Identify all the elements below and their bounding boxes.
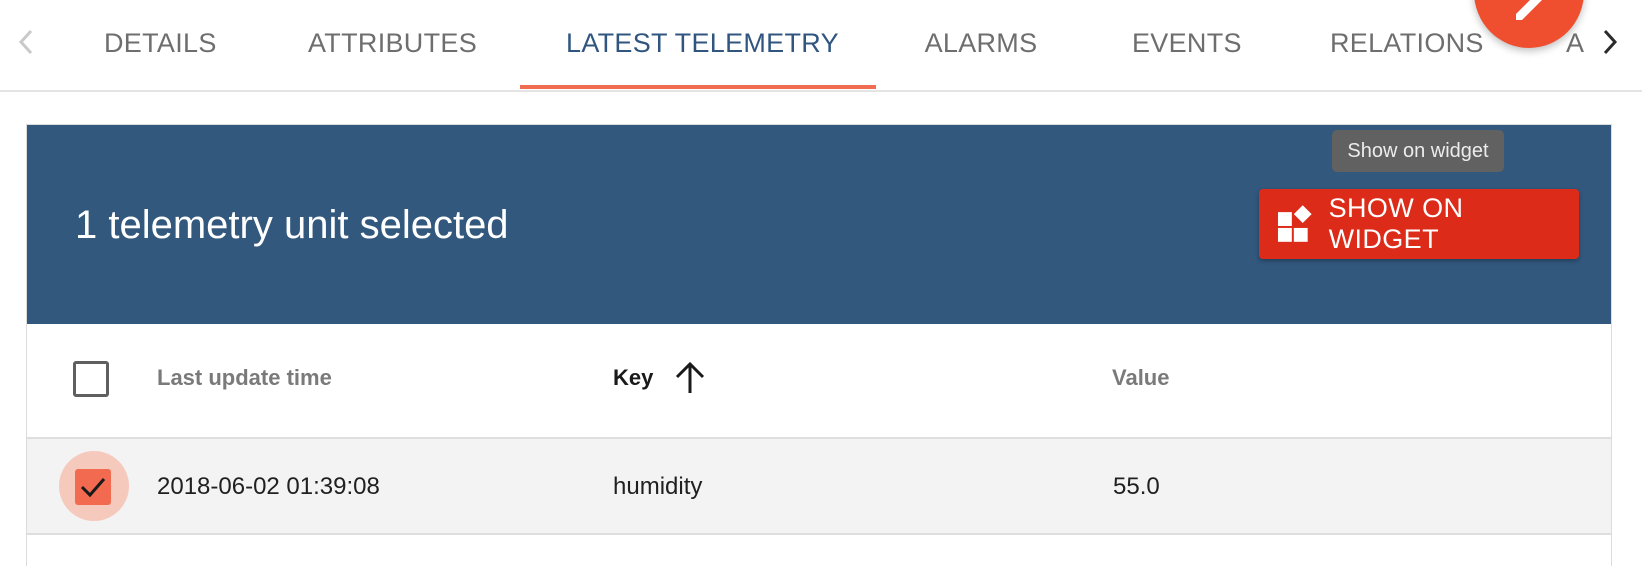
active-tab-indicator [520,85,876,89]
show-on-widget-label: SHOW ON WIDGET [1328,193,1464,254]
next-table-row [27,535,1611,575]
tooltip: Show on widget [1332,130,1504,172]
selection-count-text: 1 telemetry unit selected [75,203,509,247]
pencil-icon [1516,0,1542,20]
tabs-scroll-left-button[interactable] [6,20,46,64]
tab-relations[interactable]: RELATIONS [1330,0,1483,90]
tab-latest-telemetry[interactable]: LATEST TELEMETRY [566,0,839,90]
tab-attributes[interactable]: ATTRIBUTES [308,0,477,90]
tabs-scroll-right-button[interactable] [1590,20,1630,64]
checkmark-icon [80,478,106,498]
row-checkbox[interactable] [75,469,111,505]
tab-alarms[interactable]: ALARMS [924,0,1038,90]
cell-key: humidity [613,473,703,500]
tab-details[interactable]: DETAILS [104,0,216,90]
telemetry-card: 1 telemetry unit selected Show on widget… [26,124,1612,575]
column-header-value[interactable]: Value [1112,365,1169,391]
tab-bar: DETAILS ATTRIBUTES LATEST TELEMETRY ALAR… [0,0,1642,92]
show-on-widget-button[interactable]: SHOW ON WIDGET [1259,189,1579,259]
table-header: Last update time Key Value [27,325,1611,439]
cell-value: 55.0 [1113,473,1160,500]
column-header-key[interactable]: Key [613,365,653,391]
tab-events[interactable]: EVENTS [1132,0,1242,90]
table-row[interactable]: 2018-06-02 01:39:08 humidity 55.0 [27,439,1611,535]
chevron-right-icon [1603,29,1618,55]
arrow-up-icon[interactable] [672,360,708,396]
chevron-left-icon [18,29,33,55]
cell-last-update: 2018-06-02 01:39:08 [157,473,380,500]
selection-toolbar: 1 telemetry unit selected Show on widget… [27,125,1611,324]
select-all-checkbox[interactable] [73,361,109,397]
column-header-last-update[interactable]: Last update time [157,365,332,391]
widgets-icon [1277,205,1312,242]
